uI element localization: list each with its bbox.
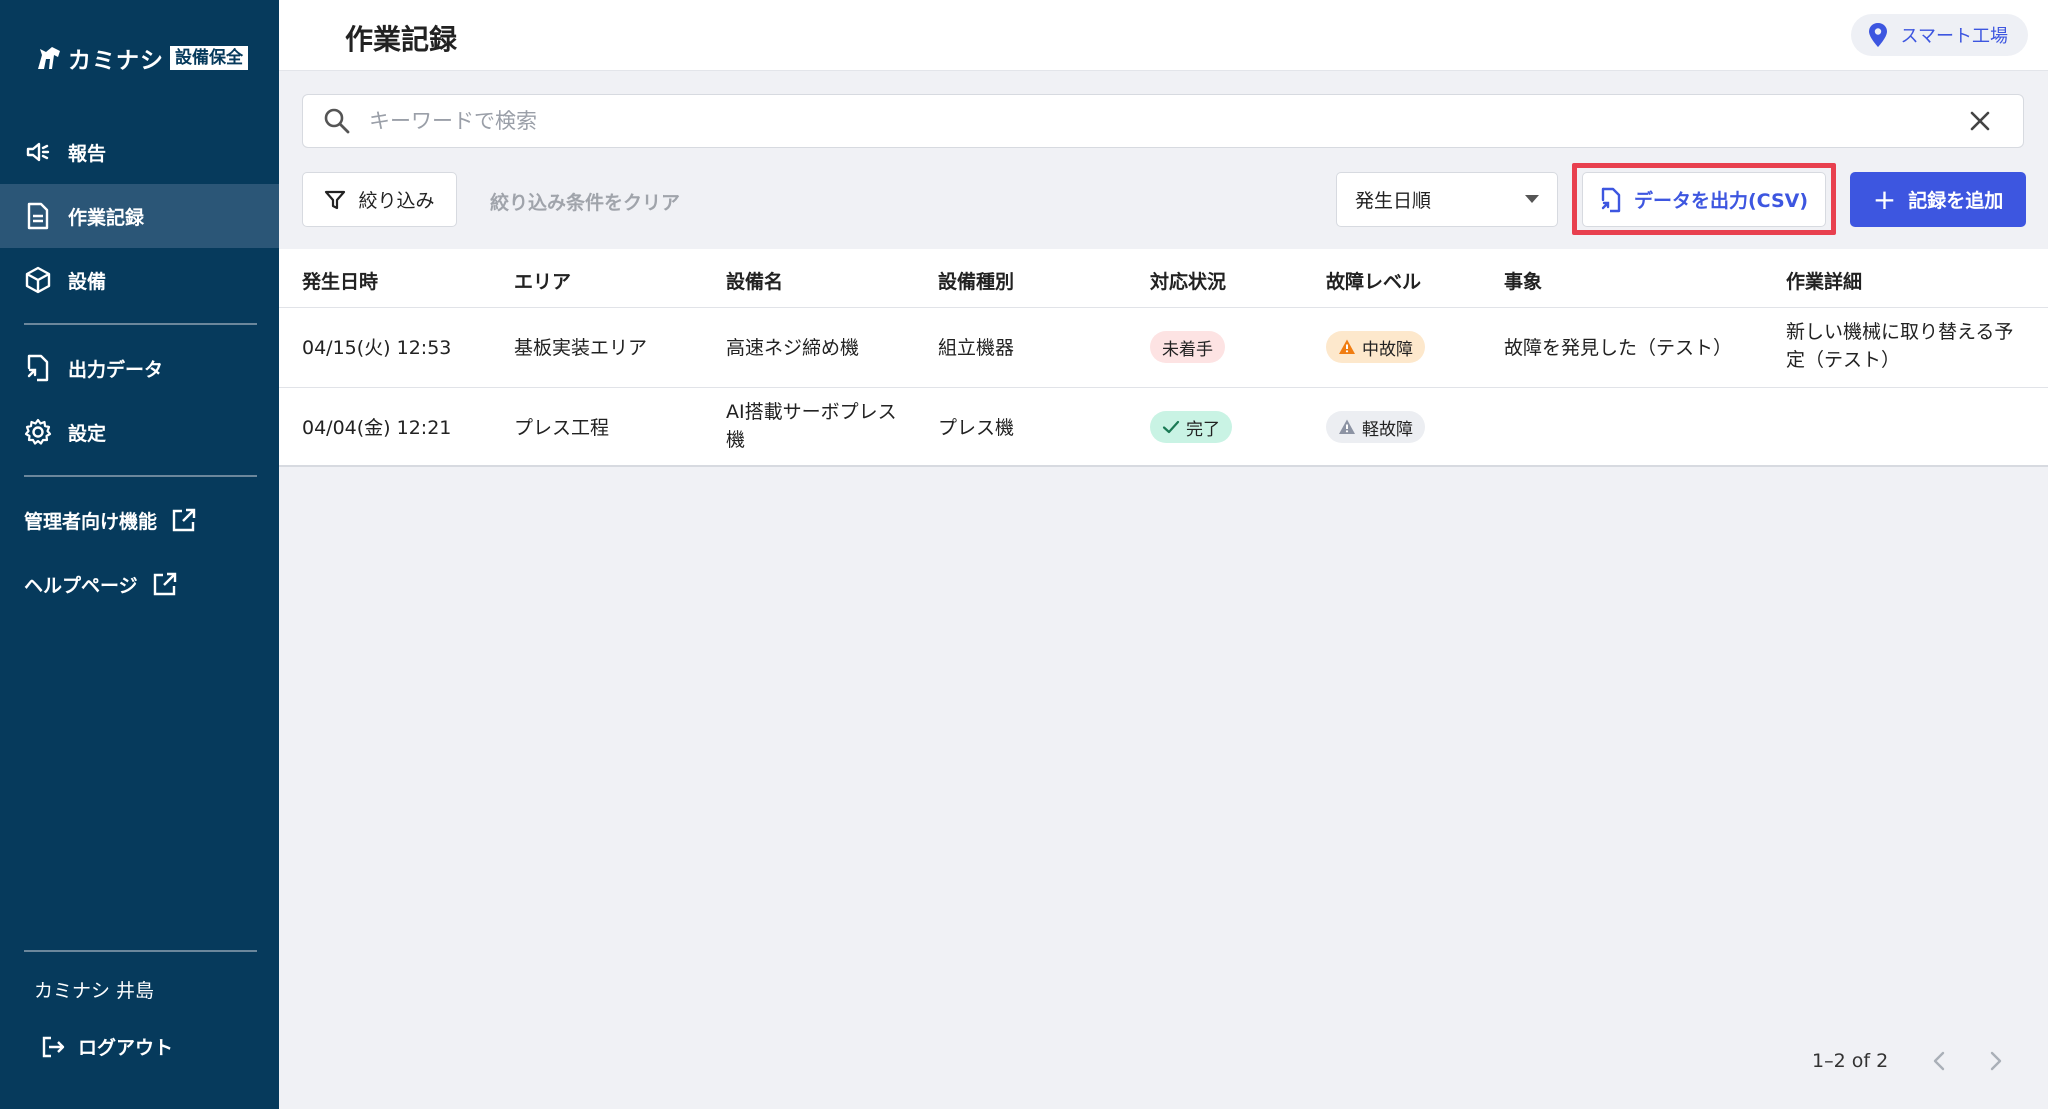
failure-level-badge: 軽故障 (1326, 411, 1425, 443)
gear-icon (24, 418, 52, 446)
plus-icon: + (1872, 182, 1897, 216)
add-record-button[interactable]: + 記録を追加 (1850, 172, 2026, 227)
sidebar-item-equipment[interactable]: 設備 (0, 248, 279, 312)
app-root: カミナシ 設備保全 報告 作業記録 設備 出力データ 設定 管理者向け機能 ヘル… (0, 0, 2048, 1109)
sidebar-divider (24, 475, 257, 477)
sidebar-item-label: 管理者向け機能 (24, 510, 158, 533)
pagination-range: 1–2 of 2 (1812, 1050, 1889, 1072)
external-link-icon (172, 508, 196, 532)
sidebar-divider (24, 950, 257, 952)
logo-badge: 設備保全 (170, 46, 248, 70)
sidebar-item-label: ヘルプページ (24, 574, 138, 597)
column-header[interactable]: 故障レベル (1326, 267, 1421, 294)
check-icon (1162, 420, 1180, 434)
column-header[interactable]: 発生日時 (302, 267, 378, 294)
top-header: 作業記録 スマート工場 (279, 0, 2048, 71)
page-title: 作業記録 (345, 23, 458, 56)
export-csv-label: データを出力(CSV) (1633, 190, 1809, 212)
sidebar-item-label: 報告 (68, 142, 107, 165)
clear-filter-link[interactable]: 絞り込み条件をクリア (490, 188, 680, 215)
sidebar-item-settings[interactable]: 設定 (0, 400, 279, 464)
status-badge-label: 未着手 (1162, 339, 1213, 360)
chevron-right-icon[interactable] (1982, 1048, 2008, 1074)
column-header[interactable]: 設備種別 (938, 267, 1014, 294)
cell-equipment: AI搭載サーボプレス機 (726, 401, 897, 451)
logout-icon (42, 1036, 65, 1057)
export-file-icon (24, 354, 52, 382)
location-label: スマート工場 (1900, 26, 2008, 47)
filter-button-label: 絞り込み (358, 190, 435, 212)
logo-text: カミナシ (68, 48, 164, 74)
export-csv-button[interactable]: データを出力(CSV) (1582, 172, 1826, 227)
sidebar-item-label: 作業記録 (68, 206, 145, 229)
add-record-label: 記録を追加 (1908, 190, 2004, 212)
cell-datetime: 04/15(火) 12:53 (302, 337, 452, 359)
column-header[interactable]: 事象 (1504, 267, 1542, 294)
column-header[interactable]: エリア (514, 267, 571, 294)
status-badge: 完了 (1150, 411, 1232, 443)
cell-area: プレス工程 (514, 417, 610, 439)
megaphone-icon (24, 138, 52, 166)
chevron-left-icon[interactable] (1927, 1048, 1953, 1074)
column-header[interactable]: 作業詳細 (1786, 267, 1862, 294)
search-input[interactable] (367, 108, 1967, 134)
cube-icon (24, 266, 52, 294)
status-badge: 未着手 (1150, 331, 1225, 363)
sidebar: カミナシ 設備保全 報告 作業記録 設備 出力データ 設定 管理者向け機能 ヘル… (0, 0, 279, 1109)
sidebar-item-label: 設備 (68, 270, 107, 293)
export-file-icon (1601, 187, 1621, 212)
cell-area: 基板実装エリア (514, 337, 648, 359)
sidebar-item-label: 設定 (68, 422, 107, 445)
logout-button[interactable]: ログアウト (40, 1033, 173, 1060)
filter-funnel-icon (325, 190, 346, 209)
table-row[interactable]: 04/15(火) 12:53 基板実装エリア 高速ネジ締め機 組立機器 未着手 … (279, 308, 2048, 388)
failure-level-label: 軽故障 (1362, 419, 1413, 440)
location-pin-icon (1868, 23, 1887, 47)
search-icon (324, 108, 350, 134)
external-link-icon (153, 572, 176, 596)
failure-level-label: 中故障 (1362, 339, 1413, 360)
document-icon (24, 202, 52, 230)
user-name: カミナシ 井島 (34, 980, 155, 1002)
caret-down-icon (1525, 195, 1539, 203)
failure-level-badge: 中故障 (1326, 331, 1425, 363)
cell-type: プレス機 (938, 417, 1015, 439)
sidebar-item-help[interactable]: ヘルプページ (24, 564, 178, 604)
sidebar-item-admin[interactable]: 管理者向け機能 (24, 500, 197, 540)
filter-button[interactable]: 絞り込み (302, 172, 457, 227)
warning-icon (1339, 339, 1355, 354)
column-header[interactable]: 設備名 (726, 267, 783, 294)
logout-label: ログアウト (78, 1037, 174, 1059)
logo[interactable]: カミナシ 設備保全 (34, 38, 248, 78)
table-header: 発生日時 エリア 設備名 設備種別 対応状況 故障レベル 事象 作業詳細 (279, 249, 2048, 308)
cell-event: 故障を発見した（テスト） (1504, 337, 1733, 359)
sidebar-item-report[interactable]: 報告 (0, 120, 279, 184)
table-row[interactable]: 04/04(金) 12:21 プレス工程 AI搭載サーボプレス機 プレス機 完了… (279, 388, 2048, 467)
horse-logo-icon (38, 47, 60, 69)
warning-icon (1339, 419, 1355, 434)
sidebar-item-export-data[interactable]: 出力データ (0, 336, 279, 400)
cell-datetime: 04/04(金) 12:21 (302, 417, 452, 439)
sort-select[interactable]: 発生日順 (1336, 172, 1558, 227)
sidebar-item-work-records[interactable]: 作業記録 (0, 184, 279, 248)
location-chip[interactable]: スマート工場 (1850, 14, 2028, 56)
cell-detail: 新しい機械に取り替える予定（テスト） (1786, 321, 2014, 371)
cell-type: 組立機器 (938, 337, 1015, 359)
cell-equipment: 高速ネジ締め機 (726, 337, 860, 359)
status-badge-label: 完了 (1186, 419, 1220, 440)
search-bar (302, 94, 2024, 148)
close-icon[interactable] (1967, 108, 1993, 134)
sidebar-divider (24, 323, 257, 325)
column-header[interactable]: 対応状況 (1150, 267, 1226, 294)
records-table: 発生日時 エリア 設備名 設備種別 対応状況 故障レベル 事象 作業詳細 04/… (279, 249, 2048, 467)
sort-select-value: 発生日順 (1355, 190, 1432, 212)
sidebar-item-label: 出力データ (68, 358, 164, 381)
